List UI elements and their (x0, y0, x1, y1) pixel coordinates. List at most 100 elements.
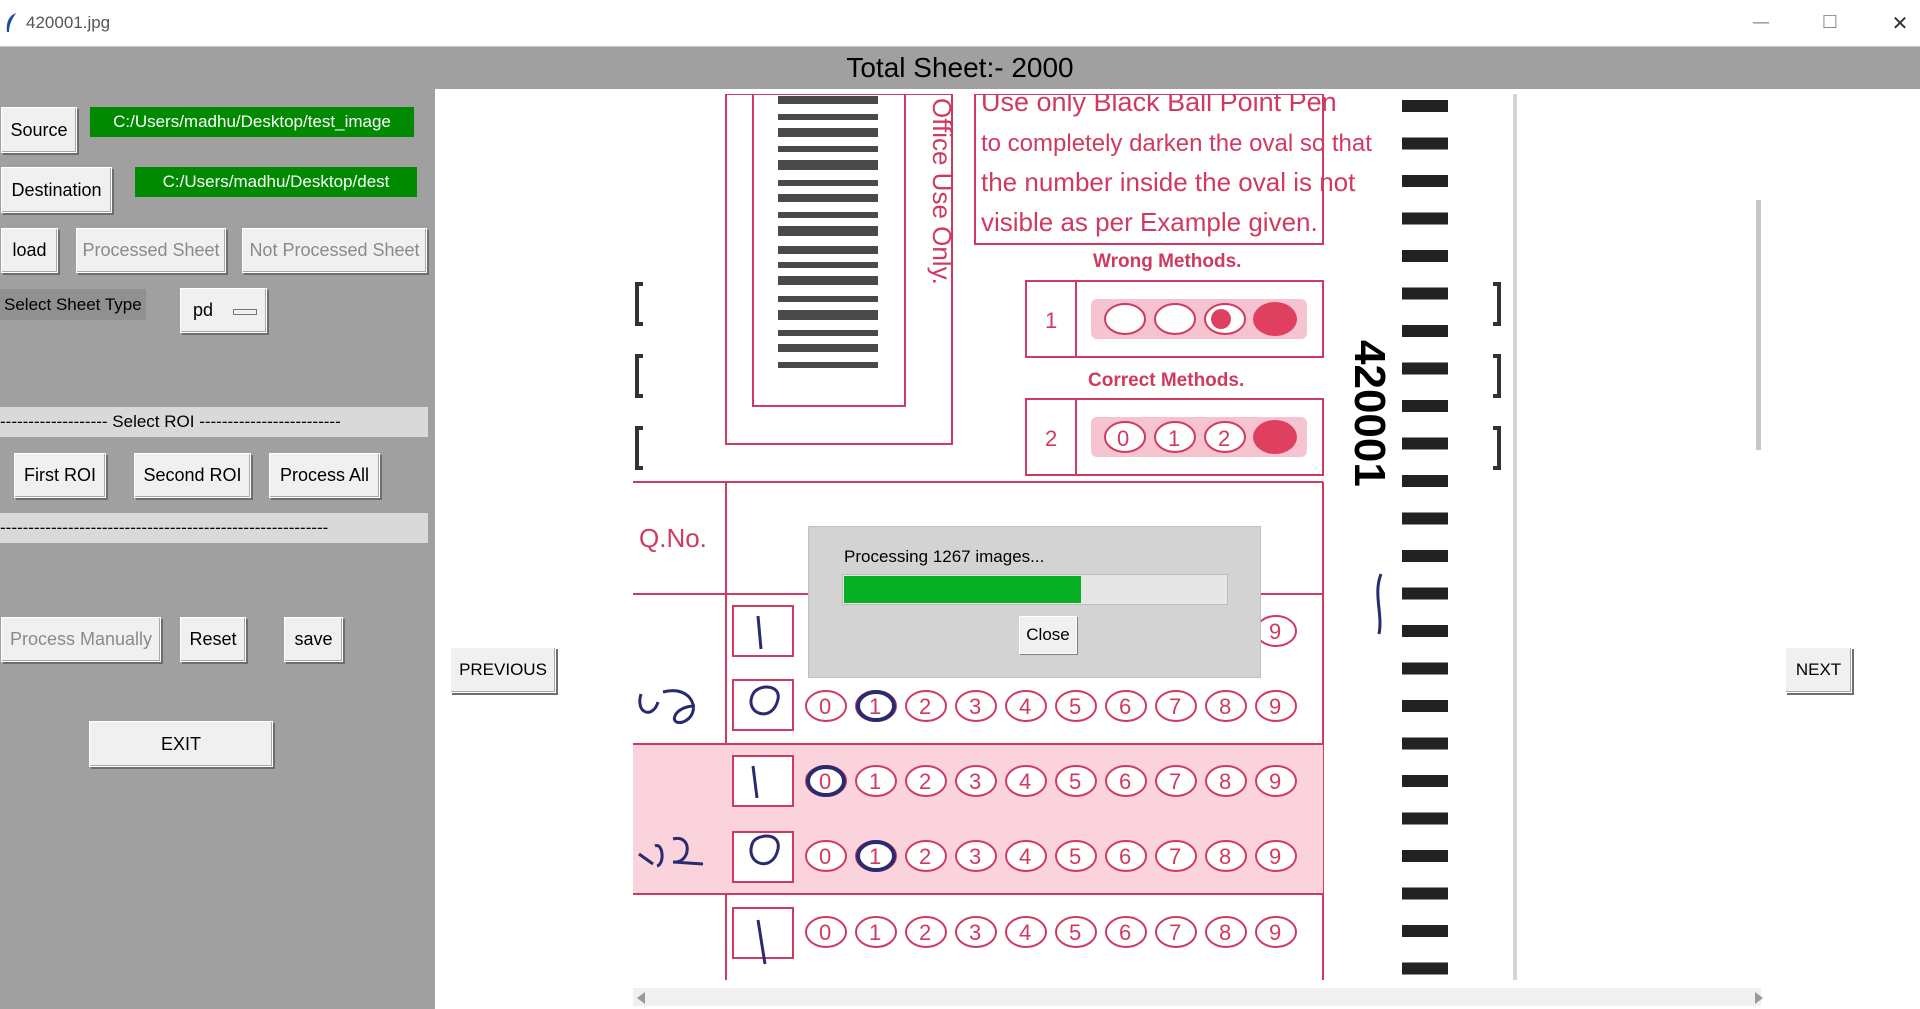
sheet-type-dropdown[interactable]: pd (180, 288, 267, 333)
progress-bar (842, 574, 1228, 605)
timing-mark (1402, 625, 1448, 637)
minimize-icon[interactable]: — (1741, 8, 1781, 38)
example-row-1-number: 1 (1045, 308, 1057, 333)
not-processed-sheet-button[interactable]: Not Processed Sheet (242, 228, 427, 273)
bubble-digit: 2 (919, 920, 931, 945)
bubble-digit: 1 (869, 844, 881, 869)
bubble-digit: 8 (1219, 844, 1231, 869)
timing-mark (1402, 212, 1448, 225)
bubble-digit: 0 (819, 769, 831, 794)
bubble-digit: 3 (969, 694, 981, 719)
process-manually-button[interactable]: Process Manually (1, 617, 161, 662)
timing-mark (1402, 775, 1448, 787)
second-roi-button[interactable]: Second ROI (134, 453, 251, 498)
horizontal-scrollbar[interactable] (633, 988, 1763, 1006)
bubble-digit: 6 (1119, 844, 1131, 869)
bubble-digit: 7 (1169, 694, 1181, 719)
correct-digit-2: 2 (1218, 426, 1230, 451)
sheet-number: 420001 (1345, 340, 1394, 487)
bubble-digit: 7 (1169, 920, 1181, 945)
process-all-button[interactable]: Process All (269, 453, 380, 498)
window-titlebar: 420001.jpg — ☐ ✕ (0, 0, 1920, 47)
correct-methods-label: Correct Methods. (1088, 370, 1244, 391)
source-button[interactable]: Source (1, 107, 77, 153)
timing-mark (1402, 325, 1448, 337)
bubble-digit: 3 (969, 769, 981, 794)
bubble-digit: 9 (1269, 844, 1281, 869)
sheet-type-value: pd (193, 300, 214, 320)
bubble-digit: 5 (1069, 769, 1081, 794)
maximize-icon[interactable]: ☐ (1810, 8, 1850, 38)
save-button[interactable]: save (284, 617, 343, 662)
exit-button[interactable]: EXIT (89, 721, 273, 767)
bubble-digit: 2 (919, 844, 931, 869)
timing-mark (1402, 700, 1448, 712)
timing-mark (1402, 662, 1448, 675)
bubble-digit: 5 (1069, 920, 1081, 945)
progress-bar-fill (844, 576, 1081, 603)
first-roi-button[interactable]: First ROI (14, 453, 106, 498)
processing-dialog: Processing 1267 images... Close (809, 527, 1260, 677)
bubble-digit: 5 (1069, 844, 1081, 869)
instruction-line-1: Use only Black Ball Point Pen (981, 94, 1337, 117)
bubble-digit: 9 (1269, 694, 1281, 719)
processing-message: Processing 1267 images... (844, 547, 1045, 566)
bubble-digit: 9 (1269, 619, 1281, 644)
vertical-scrollbar-thumb[interactable] (1756, 200, 1761, 450)
close-window-icon[interactable]: ✕ (1880, 8, 1920, 38)
timing-mark (1402, 587, 1448, 600)
bubble-digit: 0 (819, 844, 831, 869)
select-sheet-type-label: Select Sheet Type (0, 289, 146, 320)
timing-mark (1402, 137, 1448, 150)
bubble-digit: 2 (919, 769, 931, 794)
instruction-line-2: to completely darken the oval so that (981, 130, 1372, 157)
next-button[interactable]: NEXT (1785, 647, 1852, 693)
timing-mark (1402, 737, 1448, 750)
bubble-digit: 1 (869, 694, 881, 719)
bubble-digit: 0 (819, 694, 831, 719)
bubble-digit: 2 (919, 694, 931, 719)
window-title: 420001.jpg (26, 13, 111, 32)
source-path-display: C:/Users/madhu/Desktop/test_image (90, 107, 414, 137)
office-use-text: Office Use Only. (927, 98, 957, 285)
scroll-left-icon[interactable] (637, 992, 645, 1004)
dropdown-indicator-icon (233, 309, 257, 315)
bubble-digit: 8 (1219, 769, 1231, 794)
bubble-digit: 9 (1269, 920, 1281, 945)
previous-button[interactable]: PREVIOUS (450, 647, 556, 693)
roi-bottom-separator: ----------------------------------------… (0, 513, 428, 543)
processed-sheet-button[interactable]: Processed Sheet (76, 228, 226, 273)
instruction-line-4: visible as per Example given. (981, 207, 1318, 237)
timing-mark (1402, 287, 1448, 300)
bubble-digit: 8 (1219, 694, 1231, 719)
bubble-digit: 0 (819, 920, 831, 945)
destination-path-display: C:/Users/madhu/Desktop/dest (135, 167, 417, 197)
bubble-digit: 9 (1269, 769, 1281, 794)
bubble-digit: 6 (1119, 920, 1131, 945)
timing-mark (1402, 175, 1448, 187)
bubble-digit: 1 (869, 920, 881, 945)
timing-mark (1402, 250, 1448, 262)
bubble-digit: 7 (1169, 844, 1181, 869)
bubble-digit: 4 (1019, 769, 1031, 794)
qno-label: Q.No. (639, 523, 707, 553)
bubble-digit: 7 (1169, 769, 1181, 794)
destination-button[interactable]: Destination (1, 167, 112, 213)
bubble-digit: 4 (1019, 844, 1031, 869)
timing-mark (1402, 512, 1448, 525)
bubble-digit: 3 (969, 920, 981, 945)
feather-icon (6, 13, 16, 32)
bubble-digit: 3 (969, 844, 981, 869)
bubble-digit: 6 (1119, 694, 1131, 719)
instruction-line-3: the number inside the oval is not (981, 167, 1356, 197)
scroll-right-icon[interactable] (1755, 992, 1763, 1004)
close-dialog-button[interactable]: Close (1019, 616, 1077, 654)
bubble-digit: 1 (869, 769, 881, 794)
load-button[interactable]: load (1, 228, 58, 273)
bubble-digit: 8 (1219, 920, 1231, 945)
reset-button[interactable]: Reset (180, 617, 246, 662)
select-roi-separator: ------------------- Select ROI ---------… (0, 407, 428, 437)
timing-mark (1402, 100, 1448, 112)
bubble-digit: 6 (1119, 769, 1131, 794)
timing-mark (1402, 850, 1448, 862)
